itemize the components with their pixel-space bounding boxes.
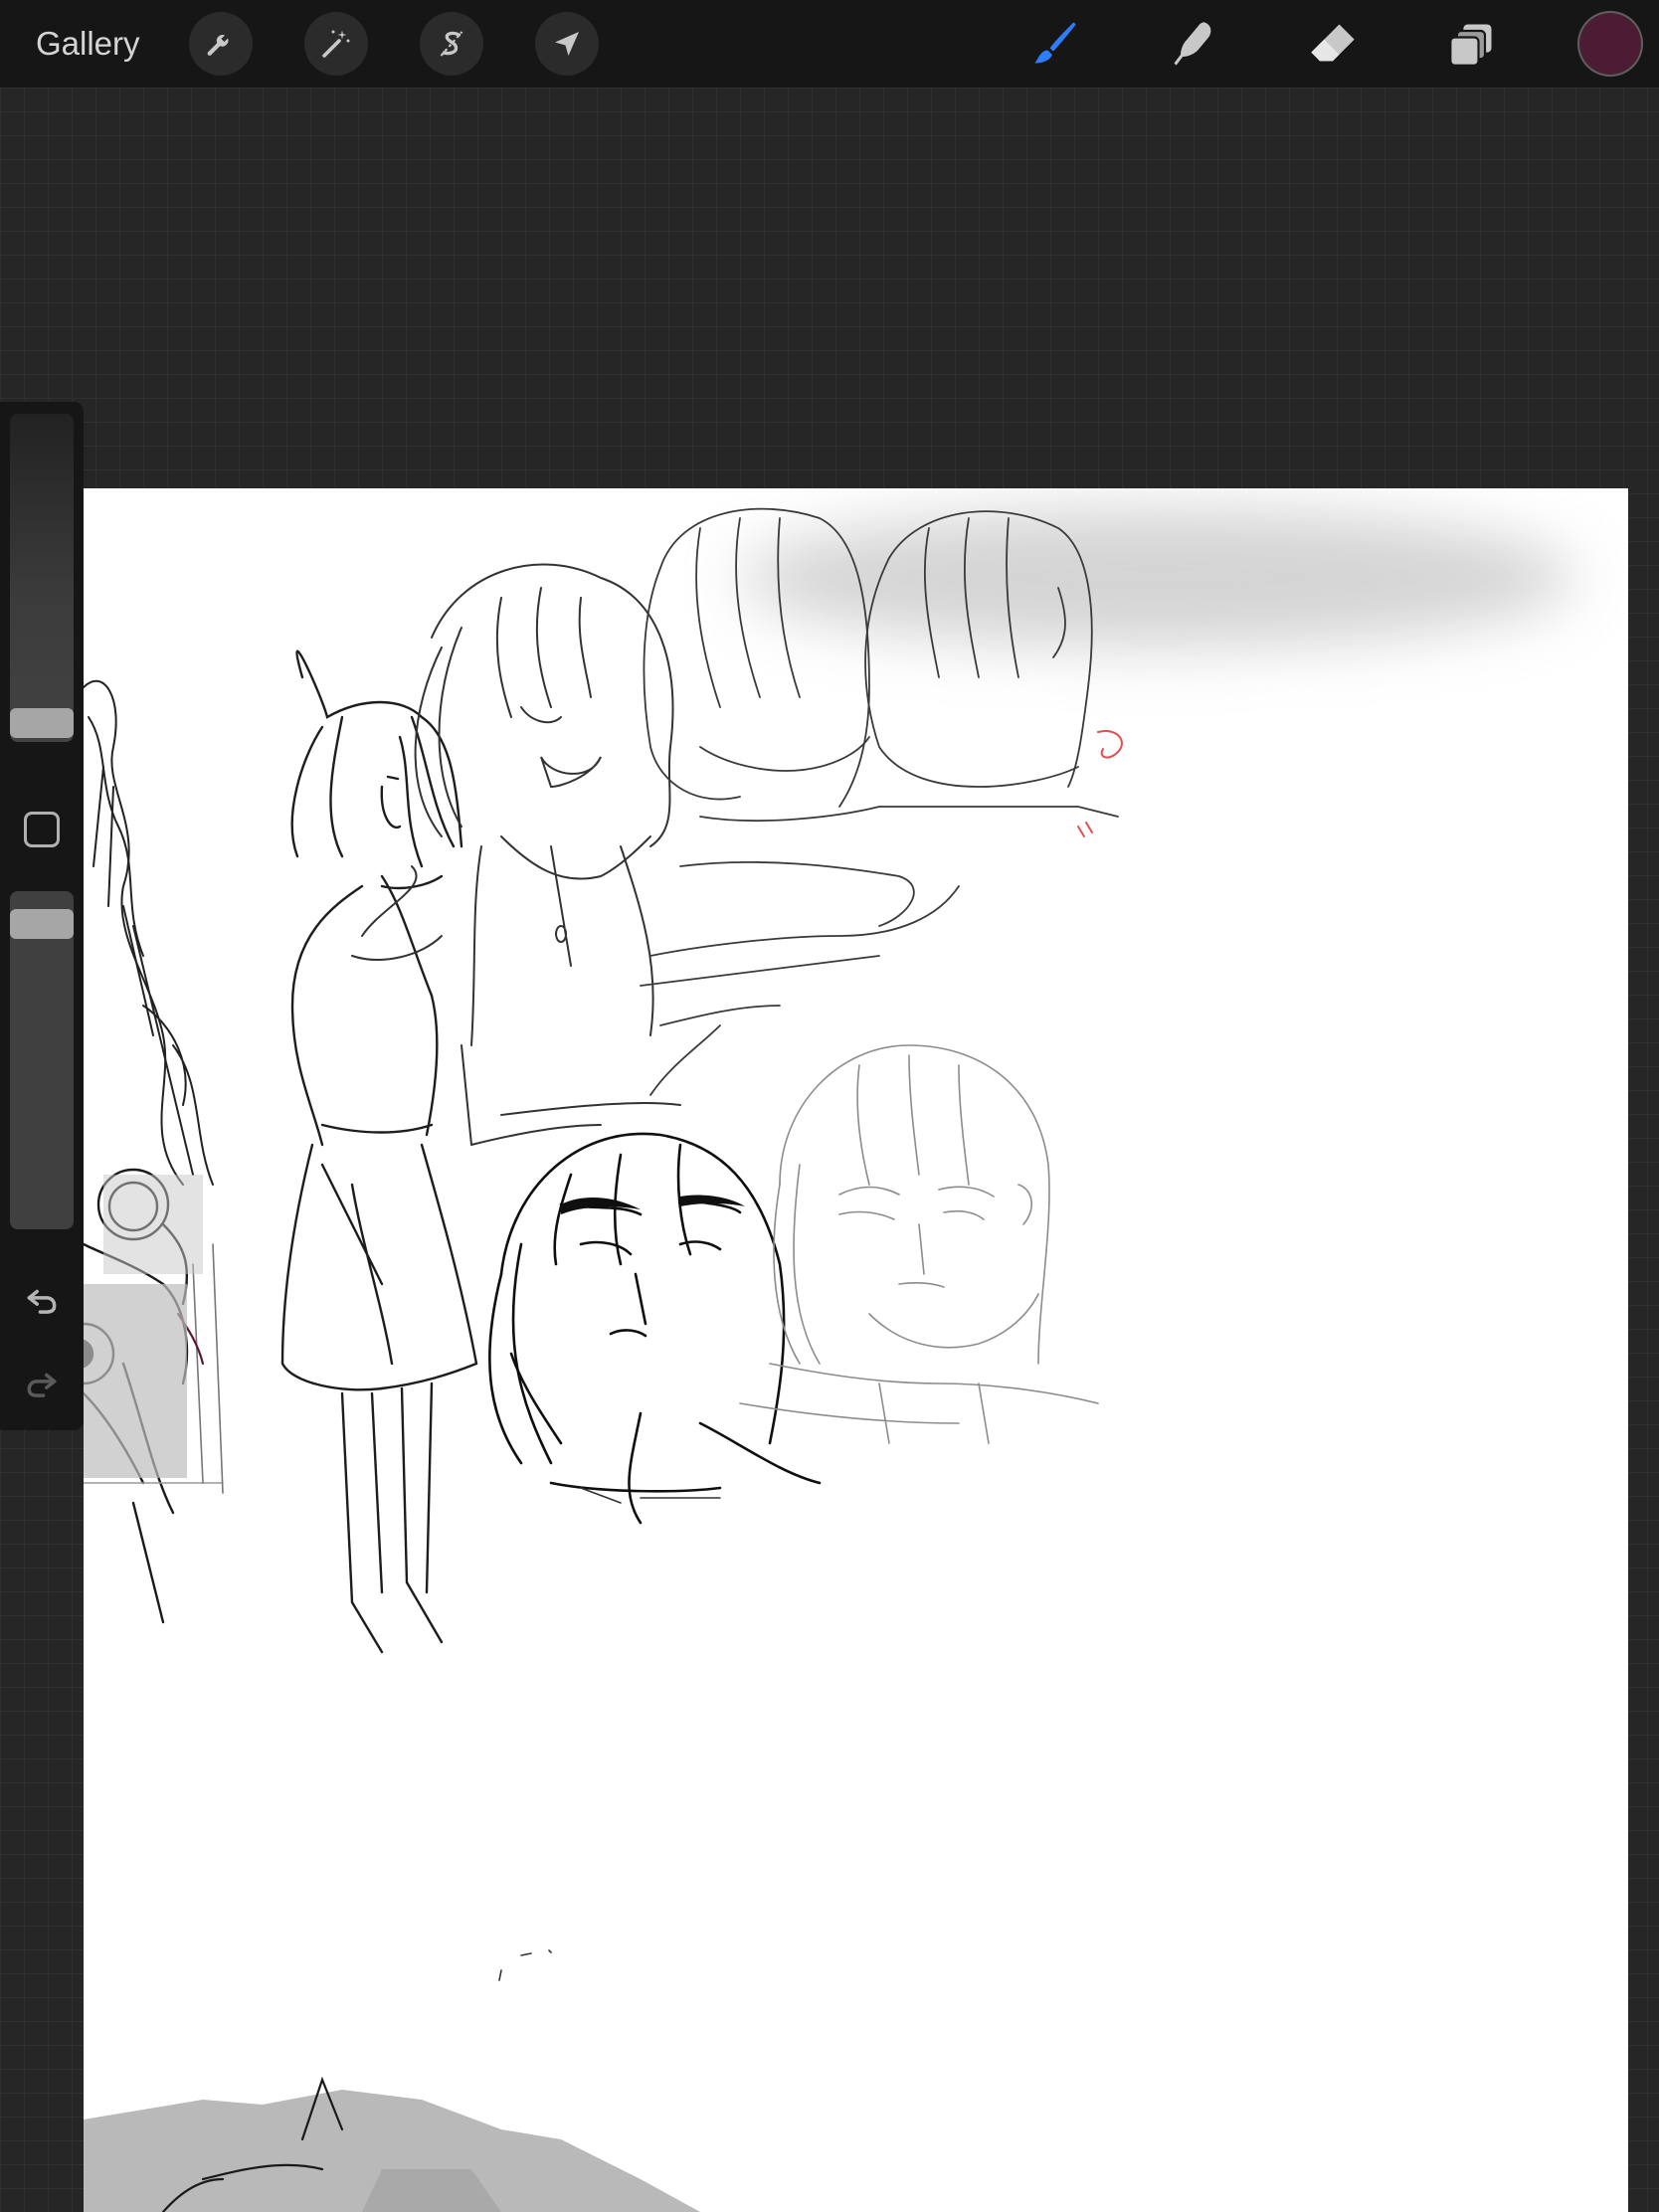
magic-wand-icon	[322, 30, 350, 58]
gallery-button[interactable]: Gallery	[36, 18, 140, 70]
brush-icon	[1034, 22, 1076, 64]
arrow-cursor-icon	[555, 32, 579, 56]
drawing-canvas[interactable]	[84, 488, 1628, 2212]
selection-s-icon	[440, 31, 463, 57]
smudge-finger-icon	[1174, 22, 1211, 66]
left-sidebar	[0, 402, 84, 1430]
eraser-button[interactable]	[1303, 14, 1363, 74]
brush-size-slider[interactable]	[10, 414, 74, 742]
top-toolbar: Gallery	[0, 0, 1659, 88]
redo-button[interactable]	[18, 1361, 66, 1408]
opacity-slider[interactable]	[10, 891, 74, 1229]
smudge-button[interactable]	[1164, 14, 1223, 74]
adjustments-button[interactable]	[304, 12, 368, 76]
brush-size-slider-thumb[interactable]	[10, 708, 74, 738]
redo-icon	[27, 1373, 57, 1397]
opacity-slider-thumb[interactable]	[10, 909, 74, 939]
modify-button[interactable]	[24, 812, 60, 847]
undo-icon	[27, 1289, 57, 1314]
wrench-icon	[207, 35, 229, 56]
undo-button[interactable]	[18, 1277, 66, 1325]
sketch-artwork	[84, 507, 1575, 2212]
selection-button[interactable]	[420, 12, 483, 76]
color-swatch-button[interactable]	[1579, 13, 1641, 75]
layers-button[interactable]	[1442, 14, 1502, 74]
transform-button[interactable]	[535, 12, 599, 76]
brush-button[interactable]	[1024, 14, 1084, 74]
actions-button[interactable]	[189, 12, 253, 76]
layers-icon	[1449, 24, 1492, 67]
eraser-icon	[1311, 24, 1355, 62]
